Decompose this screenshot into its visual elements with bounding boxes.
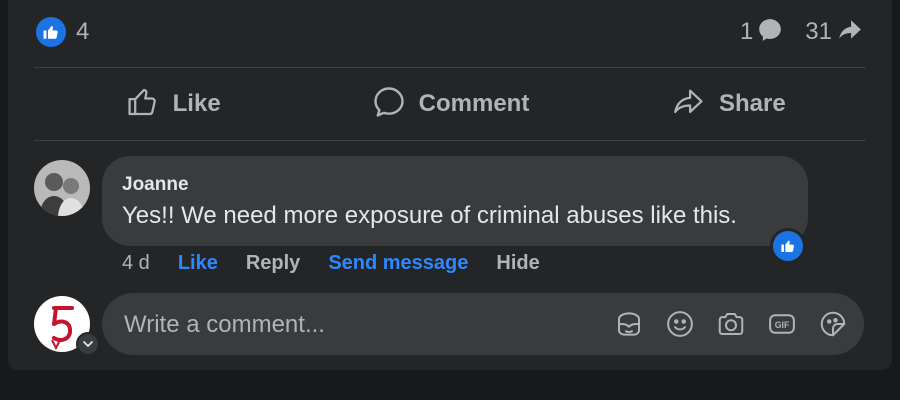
comments-count[interactable]: 1 — [740, 18, 753, 46]
gif-icon[interactable]: GIF — [765, 307, 799, 341]
comment-text: Yes!! We need more exposure of criminal … — [122, 202, 737, 229]
comment-outline-icon — [371, 84, 407, 125]
comment-like-link[interactable]: Like — [178, 252, 218, 275]
like-button[interactable]: Like — [34, 85, 311, 124]
comment-bubble: Joanne Yes!! We need more exposure of cr… — [102, 156, 808, 246]
like-button-label: Like — [172, 90, 221, 117]
comment-button[interactable]: Comment — [311, 84, 588, 125]
svg-text:GIF: GIF — [775, 320, 790, 330]
thumbs-up-outline-icon — [125, 85, 161, 124]
comment-timestamp[interactable]: 4 d — [122, 252, 150, 275]
send-message-link[interactable]: Send message — [328, 252, 468, 275]
comment-input[interactable] — [122, 293, 586, 357]
thumbs-up-icon — [36, 17, 66, 47]
comment-meta: 4 d Like Reply Send message Hide — [122, 250, 540, 276]
comment-button-label: Comment — [418, 90, 530, 117]
account-switch-chevron-icon[interactable] — [76, 332, 100, 356]
reactions-count: 4 — [76, 18, 90, 45]
composer-tools: GIF — [612, 307, 850, 341]
comment-reply-link[interactable]: Reply — [246, 252, 300, 275]
comment-bubble-icon — [757, 17, 783, 48]
post-actions-bar: Like Comment Share — [34, 72, 866, 136]
camera-icon[interactable] — [714, 307, 748, 341]
reactions-summary[interactable]: 4 — [36, 17, 89, 47]
share-button[interactable]: Share — [589, 85, 866, 124]
avatar-sticker-icon[interactable] — [612, 307, 646, 341]
divider — [34, 67, 866, 68]
post-stats-bar: 4 1 31 — [36, 14, 864, 50]
divider — [34, 140, 866, 141]
hide-comment-link[interactable]: Hide — [496, 252, 539, 275]
emoji-icon[interactable] — [663, 307, 697, 341]
share-button-label: Share — [718, 90, 786, 117]
sticker-icon[interactable] — [816, 307, 850, 341]
comment-composer: GIF — [102, 293, 864, 357]
share-outline-icon — [669, 85, 707, 124]
share-arrow-icon — [836, 17, 864, 48]
shares-count[interactable]: 31 — [805, 18, 832, 46]
comment-author[interactable]: Joanne — [122, 174, 189, 196]
commenter-avatar[interactable] — [34, 160, 90, 216]
post-card: 4 1 31 Like Comment Share Joanne Yes!! W… — [8, 0, 892, 370]
comment-reaction-like-icon[interactable] — [770, 228, 806, 264]
